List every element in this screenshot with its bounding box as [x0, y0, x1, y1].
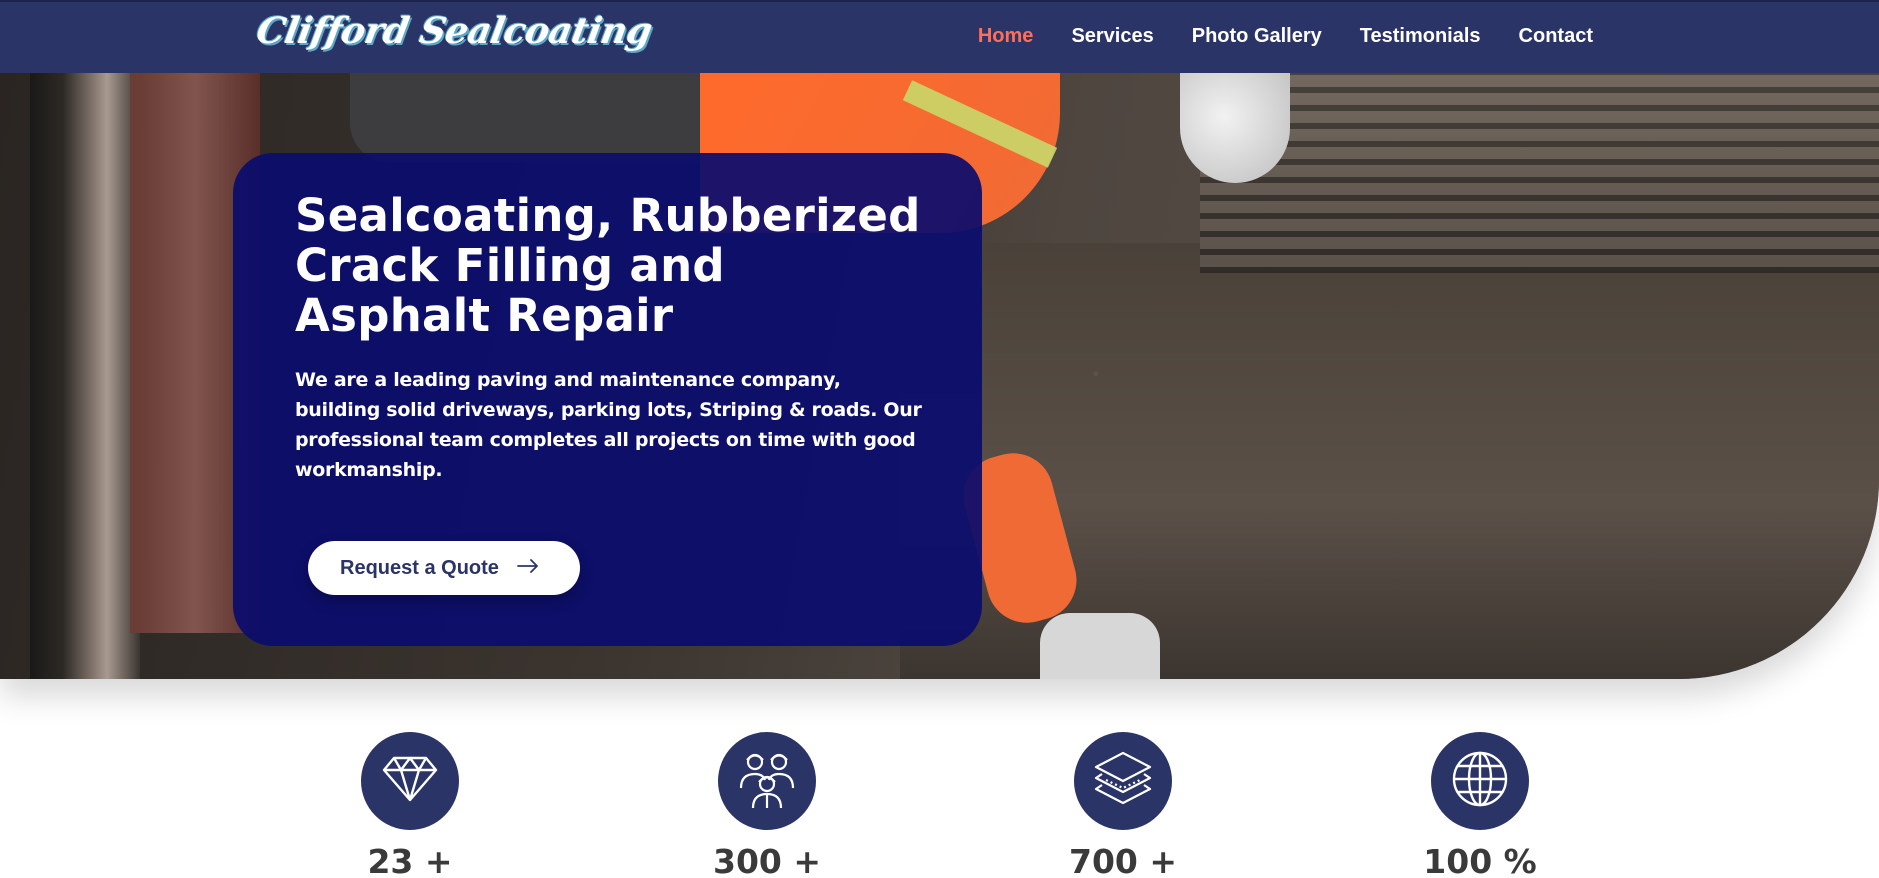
hero-bg-worker-pants [350, 73, 750, 163]
nav-link-testimonials[interactable]: Testimonials [1360, 25, 1481, 48]
nav-link-home[interactable]: Home [978, 25, 1034, 48]
team-icon [737, 748, 797, 815]
site-logo[interactable]: Clifford Sealcoating [253, 10, 655, 52]
request-quote-label: Request a Quote [340, 556, 499, 579]
layers-icon [1092, 749, 1154, 814]
hero-bg-glove [1040, 613, 1160, 679]
stat-icon-circle [718, 732, 816, 830]
stat-team: 300 + [692, 732, 842, 878]
hero-bg-pole [30, 73, 140, 679]
stat-icon-circle [1074, 732, 1172, 830]
stat-icon-circle [361, 732, 459, 830]
stat-value: 23 + [367, 842, 453, 878]
hero-section: Sealcoating, Rubberized Crack Filling an… [0, 73, 1879, 679]
stat-satisfaction: 100 % [1405, 732, 1555, 878]
stat-value: 100 % [1423, 842, 1537, 878]
stat-value: 700 + [1068, 842, 1178, 878]
nav-link-photo-gallery[interactable]: Photo Gallery [1192, 25, 1322, 48]
hero-description: We are a leading paving and maintenance … [295, 369, 922, 481]
stat-projects: 700 + [1048, 732, 1198, 878]
stat-icon-circle [1431, 732, 1529, 830]
request-quote-button[interactable]: Request a Quote [308, 541, 580, 595]
globe-icon [1450, 749, 1510, 814]
arrow-right-icon [517, 558, 539, 578]
stat-value: 300 + [712, 842, 822, 878]
top-navbar: Clifford Sealcoating Home Services Photo… [0, 0, 1879, 73]
stat-years: 23 + [335, 732, 485, 878]
hero-bg-bricks [1200, 73, 1879, 273]
hero-title: Sealcoating, Rubberized Crack Filling an… [295, 189, 921, 342]
diamond-icon [381, 754, 439, 809]
nav-link-services[interactable]: Services [1071, 25, 1153, 48]
hero-card: Sealcoating, Rubberized Crack Filling an… [233, 153, 982, 646]
nav-link-contact[interactable]: Contact [1519, 25, 1593, 48]
main-nav: Home Services Photo Gallery Testimonials… [978, 25, 1593, 48]
hero-bg-hard-hat [1180, 73, 1290, 183]
